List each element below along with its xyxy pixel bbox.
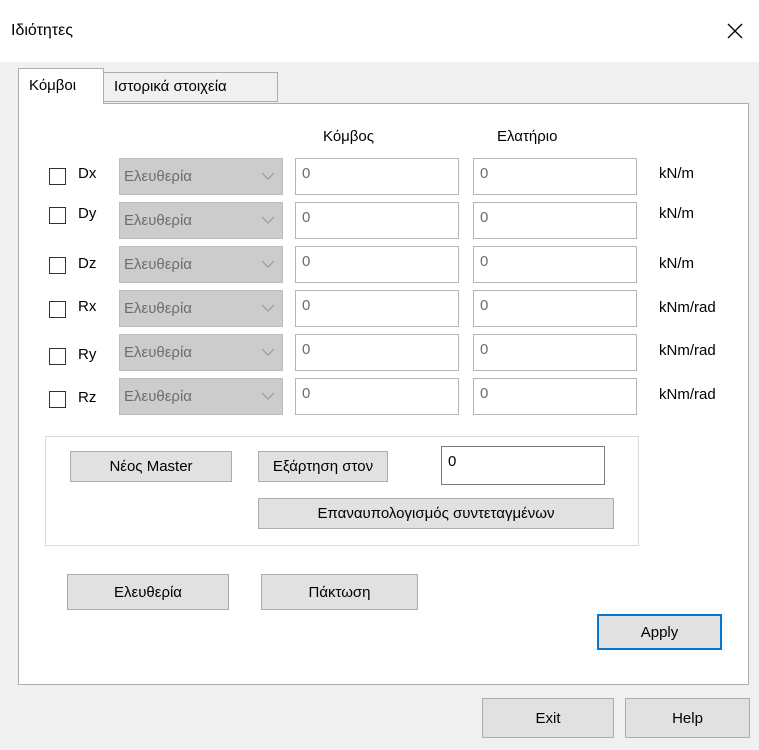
chevron-down-icon	[261, 216, 275, 224]
field-value: 0	[448, 453, 457, 470]
spring-value-field[interactable]: 0	[473, 202, 637, 239]
new-master-button[interactable]: Νέος Master	[70, 451, 232, 482]
select-value: Ελευθερία	[124, 212, 192, 229]
chevron-down-icon	[261, 348, 275, 356]
exit-button[interactable]: Exit	[482, 698, 614, 738]
free-button[interactable]: Ελευθερία	[67, 574, 229, 610]
field-value: 0	[480, 209, 489, 226]
button-label: Επαναυπολογισμός συντεταγμένων	[317, 505, 555, 522]
window-title: Ιδιότητες	[11, 22, 73, 39]
spring-value-field[interactable]: 0	[473, 158, 637, 195]
node-value-field[interactable]: 0	[295, 290, 459, 327]
unit-label: kNm/rad	[659, 342, 716, 359]
dof-label: Dy	[78, 205, 97, 222]
spring-value-field[interactable]: 0	[473, 290, 637, 327]
dof-checkbox[interactable]	[49, 207, 66, 224]
dependency-button[interactable]: Εξάρτηση στον	[258, 451, 388, 482]
recalculate-coordinates-button[interactable]: Επαναυπολογισμός συντεταγμένων	[258, 498, 614, 529]
close-icon	[727, 23, 743, 39]
restraint-mode-select[interactable]: Ελευθερία	[119, 202, 283, 239]
field-value: 0	[480, 341, 489, 358]
properties-dialog: Ιδιότητες Κόμβοι Ιστορικά στοιχεία Κόμβο…	[0, 0, 759, 750]
spring-value-field[interactable]: 0	[473, 246, 637, 283]
help-button[interactable]: Help	[625, 698, 750, 738]
node-value-field[interactable]: 0	[295, 202, 459, 239]
field-value: 0	[480, 253, 489, 270]
button-label: Νέος Master	[109, 458, 193, 475]
dof-row-ry: Ry Ελευθερία 0 0 kNm/rad	[19, 330, 750, 371]
tab-label: Κόμβοι	[29, 77, 77, 94]
restraint-mode-select[interactable]: Ελευθερία	[119, 290, 283, 327]
chevron-down-icon	[261, 392, 275, 400]
select-value: Ελευθερία	[124, 300, 192, 317]
chevron-down-icon	[261, 260, 275, 268]
unit-label: kN/m	[659, 165, 694, 182]
unit-label: kN/m	[659, 205, 694, 222]
button-label: Πάκτωση	[308, 583, 371, 601]
node-value-field[interactable]: 0	[295, 158, 459, 195]
chevron-down-icon	[261, 172, 275, 180]
master-group: Νέος Master Εξάρτηση στον 0 Επαναυπολογι…	[45, 436, 639, 546]
dof-checkbox[interactable]	[49, 168, 66, 185]
dof-row-dy: Dy Ελευθερία 0 0 kN/m	[19, 198, 750, 239]
dof-checkbox[interactable]	[49, 257, 66, 274]
restraint-mode-select[interactable]: Ελευθερία	[119, 378, 283, 415]
dof-checkbox[interactable]	[49, 301, 66, 318]
button-label: Ελευθερία	[114, 583, 182, 601]
button-label: Help	[672, 709, 703, 727]
tab-label: Ιστορικά στοιχεία	[114, 78, 227, 95]
restraint-mode-select[interactable]: Ελευθερία	[119, 158, 283, 195]
dof-checkbox[interactable]	[49, 391, 66, 408]
title-bar: Ιδιότητες	[0, 0, 759, 62]
restraint-mode-select[interactable]: Ελευθερία	[119, 246, 283, 283]
dof-label: Ry	[78, 346, 97, 363]
unit-label: kNm/rad	[659, 386, 716, 403]
field-value: 0	[302, 209, 311, 226]
button-label: Apply	[640, 623, 679, 641]
button-label: Εξάρτηση στον	[272, 458, 374, 475]
field-value: 0	[302, 297, 311, 314]
chevron-down-icon	[261, 304, 275, 312]
dof-row-rx: Rx Ελευθερία 0 0 kNm/rad	[19, 286, 750, 327]
nodes-panel: Κόμβος Ελατήριο Dx Ελευθερία 0 0 kN/m Dy…	[18, 103, 749, 685]
select-value: Ελευθερία	[124, 388, 192, 405]
spring-value-field[interactable]: 0	[473, 378, 637, 415]
button-label: Exit	[535, 709, 561, 727]
field-value: 0	[480, 385, 489, 402]
restraint-mode-select[interactable]: Ελευθερία	[119, 334, 283, 371]
column-header-spring: Ελατήριο	[497, 128, 558, 145]
node-value-field[interactable]: 0	[295, 246, 459, 283]
select-value: Ελευθερία	[124, 168, 192, 185]
field-value: 0	[302, 253, 311, 270]
fixed-button[interactable]: Πάκτωση	[261, 574, 418, 610]
field-value: 0	[480, 297, 489, 314]
dof-checkbox[interactable]	[49, 348, 66, 365]
dof-row-dz: Dz Ελευθερία 0 0 kN/m	[19, 242, 750, 283]
spring-value-field[interactable]: 0	[473, 334, 637, 371]
close-button[interactable]	[712, 8, 758, 54]
unit-label: kN/m	[659, 255, 694, 272]
dof-label: Dz	[78, 255, 97, 272]
dof-label: Dx	[78, 165, 97, 182]
field-value: 0	[302, 165, 311, 182]
dof-label: Rz	[78, 389, 97, 406]
select-value: Ελευθερία	[124, 344, 192, 361]
node-value-field[interactable]: 0	[295, 378, 459, 415]
dependency-node-field[interactable]: 0	[441, 446, 605, 485]
tab-history[interactable]: Ιστορικά στοιχεία	[103, 72, 278, 102]
field-value: 0	[302, 385, 311, 402]
dof-row-dx: Dx Ελευθερία 0 0 kN/m	[19, 154, 750, 195]
tab-nodes[interactable]: Κόμβοι	[18, 68, 104, 104]
unit-label: kNm/rad	[659, 299, 716, 316]
field-value: 0	[302, 341, 311, 358]
select-value: Ελευθερία	[124, 256, 192, 273]
column-header-node: Κόμβος	[323, 128, 375, 145]
node-value-field[interactable]: 0	[295, 334, 459, 371]
dof-label: Rx	[78, 298, 97, 315]
dof-row-rz: Rz Ελευθερία 0 0 kNm/rad	[19, 374, 750, 415]
field-value: 0	[480, 165, 489, 182]
apply-button[interactable]: Apply	[597, 614, 722, 650]
